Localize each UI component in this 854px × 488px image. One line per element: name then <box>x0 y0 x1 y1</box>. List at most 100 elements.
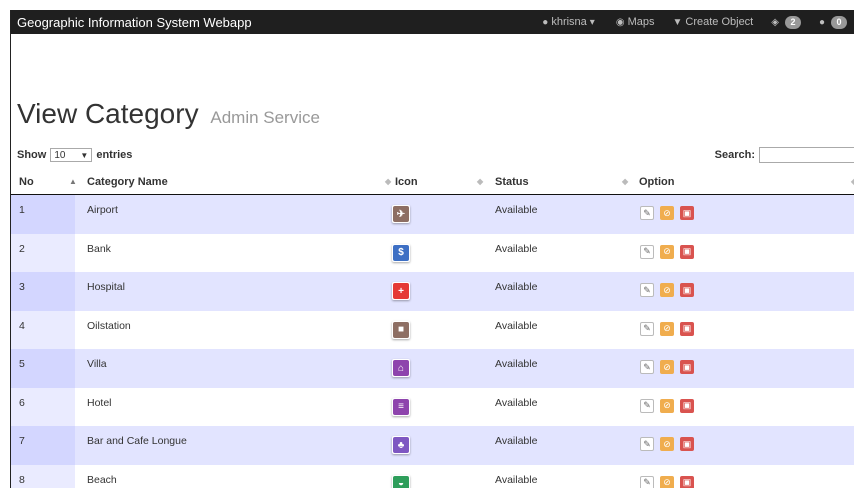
row-options: ✎ ⊘ ▣ <box>640 244 694 259</box>
row-options: ✎ ⊘ ▣ <box>640 398 694 413</box>
delete-button[interactable]: ▣ <box>680 398 694 413</box>
user-icon: ● <box>542 16 549 28</box>
column-header-icon[interactable]: Icon <box>395 176 418 188</box>
edit-icon: ✎ <box>643 323 651 333</box>
page-size-select[interactable]: 10 ▼ <box>50 148 93 162</box>
category-icon-glyph: $ <box>393 244 409 261</box>
airport-icon: ✈ <box>392 205 410 223</box>
category-icon-glyph: ≡ <box>393 398 409 415</box>
trash-icon: ▣ <box>682 207 692 218</box>
villa-icon: ⌂ <box>392 359 410 377</box>
column-header-option[interactable]: Option <box>639 176 674 188</box>
edit-button[interactable]: ✎ <box>640 360 654 374</box>
trash-icon: ▣ <box>682 438 692 449</box>
column-header-category-name[interactable]: Category Name <box>87 176 168 188</box>
nav-maps[interactable]: ◉ Maps <box>616 16 655 28</box>
edit-icon: ✎ <box>643 246 651 256</box>
edit-button[interactable]: ✎ <box>640 244 654 259</box>
disable-button[interactable]: ⊘ <box>660 206 674 220</box>
delete-button[interactable]: ▣ <box>680 321 694 336</box>
sort-asc-icon: ▲ <box>69 177 77 186</box>
sort-both-icon: ◆ <box>385 177 392 186</box>
category-status: Available <box>495 435 538 447</box>
row-options: ✎ ⊘ ▣ <box>640 360 694 374</box>
comments-icon: ◈ <box>771 16 779 28</box>
page-subtitle: Admin Service <box>210 108 320 127</box>
row-number: 8 <box>19 473 25 486</box>
hospital-icon: + <box>392 282 410 300</box>
nav-maps-label: Maps <box>627 16 655 28</box>
category-name: Hospital <box>87 281 125 293</box>
category-status: Available <box>495 242 538 255</box>
table-row: 8 Beach ◒ Available ✎ ⊘ ▣ <box>11 464 854 488</box>
category-status: Available <box>495 396 538 409</box>
disable-button[interactable]: ⊘ <box>660 437 674 451</box>
disable-button[interactable]: ⊘ <box>660 321 674 336</box>
edit-icon: ✎ <box>643 284 651 295</box>
users-badge: 0 <box>831 15 847 29</box>
ban-icon: ⊘ <box>663 400 671 410</box>
column-header-status[interactable]: Status <box>495 176 529 188</box>
table-row: 2 Bank $ Available ✎ ⊘ ▣ <box>11 233 854 272</box>
disable-button[interactable]: ⊘ <box>660 475 674 488</box>
row-number: 5 <box>19 358 25 370</box>
table-row: 4 Oilstation ■ Available ✎ ⊘ ▣ <box>11 310 854 349</box>
nav-create-label: Create Object <box>685 16 754 28</box>
category-name: Bar and Cafe Longue <box>87 435 187 447</box>
category-status: Available <box>495 281 538 293</box>
category-icon-glyph: ✈ <box>393 206 409 222</box>
row-options: ✎ ⊘ ▣ <box>640 321 694 336</box>
column-header-no[interactable]: No <box>19 176 34 188</box>
user-menu[interactable]: ● khrisna ▾ <box>542 16 598 28</box>
table-row: 5 Villa ⌂ Available ✎ ⊘ ▣ <box>11 349 854 388</box>
edit-button[interactable]: ✎ <box>640 398 654 413</box>
nav-messages[interactable]: ◈ 2 <box>771 15 801 29</box>
search-input[interactable] <box>759 147 854 163</box>
disable-button[interactable]: ⊘ <box>660 283 674 297</box>
delete-button[interactable]: ▣ <box>680 244 694 259</box>
category-status: Available <box>495 204 538 216</box>
row-number: 6 <box>19 396 25 409</box>
category-name: Bank <box>87 242 111 255</box>
category-icon-glyph: ⌂ <box>393 360 409 376</box>
trash-icon: ▣ <box>682 361 692 372</box>
edit-button[interactable]: ✎ <box>640 475 654 488</box>
disable-button[interactable]: ⊘ <box>660 398 674 413</box>
brand-title[interactable]: Geographic Information System Webapp <box>17 15 252 30</box>
table-row: 3 Hospital + Available ✎ ⊘ ▣ <box>11 272 854 311</box>
edit-button[interactable]: ✎ <box>640 321 654 336</box>
sort-both-icon: ◆ <box>622 177 629 186</box>
ban-icon: ⊘ <box>663 246 671 256</box>
edit-button[interactable]: ✎ <box>640 206 654 220</box>
delete-button[interactable]: ▣ <box>680 475 694 488</box>
trash-icon: ▣ <box>682 246 692 256</box>
caret-down-icon: ▾ <box>589 16 595 28</box>
globe-icon: ◉ <box>615 16 625 28</box>
category-name: Airport <box>87 204 118 216</box>
disable-button[interactable]: ⊘ <box>660 244 674 259</box>
show-label: Show <box>17 149 47 161</box>
edit-button[interactable]: ✎ <box>640 437 654 451</box>
trash-icon: ▣ <box>682 323 692 333</box>
page-title-text: View Category <box>17 98 199 129</box>
row-number: 3 <box>19 281 25 293</box>
bar-cafe-icon: ♣ <box>392 436 410 454</box>
nav-users[interactable]: ● 0 <box>819 15 847 29</box>
delete-button[interactable]: ▣ <box>680 206 694 220</box>
row-options: ✎ ⊘ ▣ <box>640 437 694 451</box>
ban-icon: ⊘ <box>663 361 671 372</box>
page-size-control: Show 10 ▼ entries <box>17 148 132 162</box>
disable-button[interactable]: ⊘ <box>660 360 674 374</box>
row-options: ✎ ⊘ ▣ <box>640 475 694 488</box>
entries-label: entries <box>96 149 133 161</box>
edit-button[interactable]: ✎ <box>640 283 654 297</box>
row-number: 4 <box>19 319 25 332</box>
delete-button[interactable]: ▣ <box>680 283 694 297</box>
oilstation-icon: ■ <box>392 320 410 339</box>
user-name: khrisna <box>551 16 587 28</box>
nav-create-object[interactable]: ▼ Create Object <box>672 16 753 28</box>
delete-button[interactable]: ▣ <box>680 360 694 374</box>
delete-button[interactable]: ▣ <box>680 437 694 451</box>
beach-icon: ◒ <box>392 474 410 488</box>
table-row: 6 Hotel ≡ Available ✎ ⊘ ▣ <box>11 387 854 426</box>
